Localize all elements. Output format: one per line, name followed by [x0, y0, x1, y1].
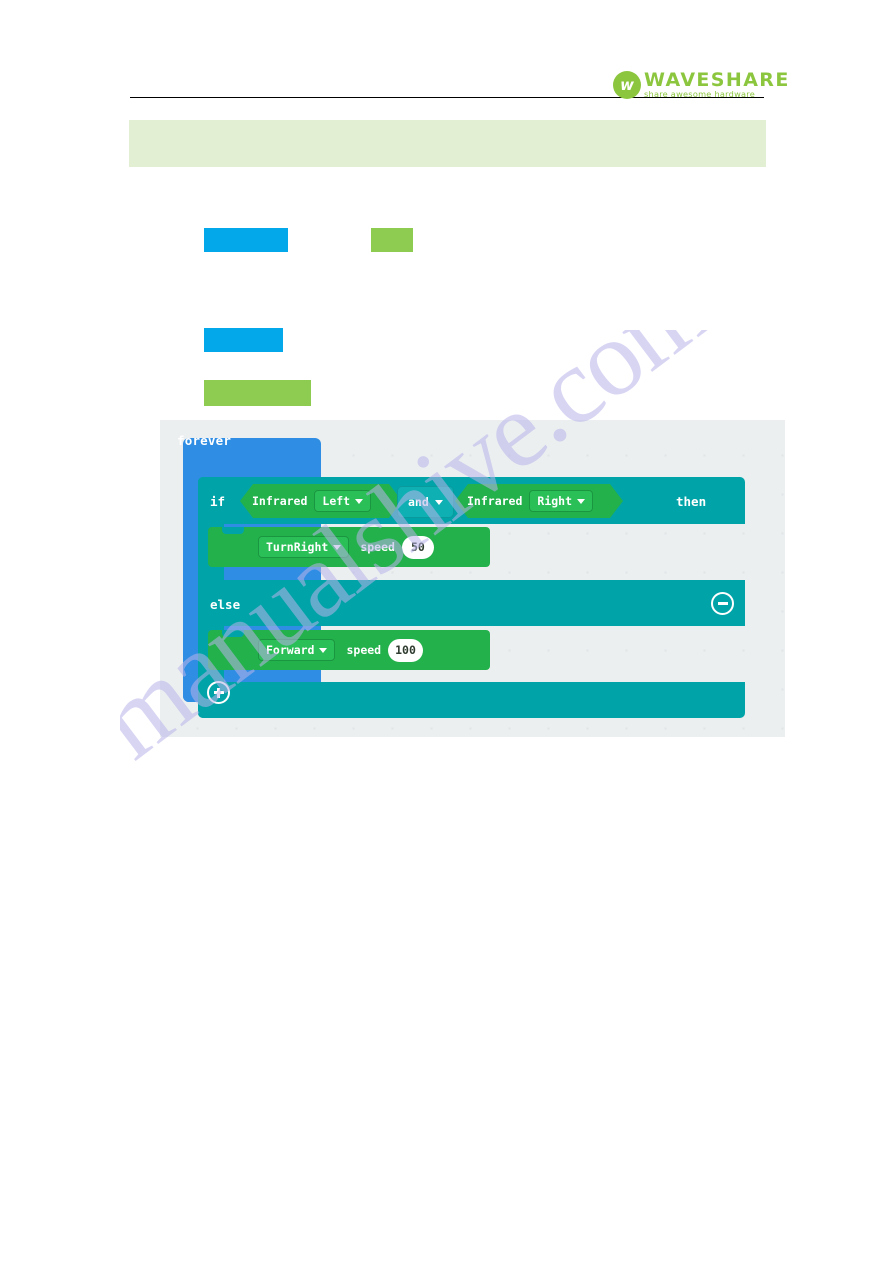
- redaction-bar: [371, 228, 413, 252]
- infrared-right-name: Infrared: [467, 494, 523, 508]
- forward-direction-value: Forward: [266, 643, 315, 657]
- minus-bar: [717, 602, 728, 605]
- plus-icon[interactable]: [207, 681, 230, 704]
- logo-mark-glyph: w: [620, 75, 634, 94]
- block-if-else-footer[interactable]: [198, 682, 745, 718]
- turnright-direction-dropdown[interactable]: TurnRight: [258, 536, 350, 558]
- redaction-bar: [204, 228, 288, 252]
- infrared-right-value: Right: [537, 494, 573, 508]
- redaction-bar: [204, 328, 283, 352]
- plus-bar-vertical: [217, 687, 220, 698]
- chevron-down-icon: [333, 544, 342, 550]
- turnright-speed-input[interactable]: 50: [401, 535, 434, 559]
- chevron-down-icon: [355, 499, 363, 504]
- forward-speed-label: speed: [346, 643, 382, 657]
- if-keyword-label: if: [210, 494, 226, 509]
- minus-icon[interactable]: [711, 592, 734, 615]
- section-banner: [129, 120, 766, 167]
- block-and-operator[interactable]: and: [397, 486, 454, 518]
- then-keyword-label: then: [676, 494, 707, 509]
- turnright-speed-label: speed: [360, 540, 395, 554]
- chevron-down-icon: [577, 499, 585, 504]
- infrared-left-value: Left: [322, 494, 351, 508]
- waveshare-logo-mark-icon: w: [613, 71, 641, 99]
- logo-text-group: WAVESHARE share awesome hardware: [644, 69, 790, 100]
- block-infrared-left[interactable]: Infrared Left: [240, 484, 402, 518]
- logo-tagline: share awesome hardware: [644, 89, 756, 99]
- blocks-editor-canvas: forever if then else Infrared Left and I…: [160, 420, 785, 737]
- block-infrared-right[interactable]: Infrared Right: [455, 484, 623, 518]
- waveshare-logo: w WAVESHARE share awesome hardware: [613, 70, 788, 100]
- block-motor-forward[interactable]: Forward speed 100: [208, 630, 490, 670]
- logo-brand-name: WAVESHARE: [644, 69, 790, 91]
- forward-direction-dropdown[interactable]: Forward: [258, 639, 336, 661]
- chevron-down-icon: [434, 499, 443, 505]
- chevron-down-icon: [319, 647, 328, 653]
- infrared-left-dropdown[interactable]: Left: [314, 490, 371, 512]
- block-else-header[interactable]: [198, 580, 745, 626]
- else-keyword-label: else: [210, 597, 241, 612]
- forward-speed-input[interactable]: 100: [388, 638, 423, 662]
- block-motor-turnright[interactable]: TurnRight speed 50: [208, 527, 490, 567]
- infrared-right-dropdown[interactable]: Right: [529, 490, 593, 512]
- and-operator-label: and: [408, 495, 429, 509]
- infrared-left-name: Infrared: [252, 494, 308, 508]
- redaction-bar: [204, 380, 311, 406]
- turnright-direction-value: TurnRight: [266, 540, 329, 554]
- block-forever-label: forever: [177, 433, 232, 448]
